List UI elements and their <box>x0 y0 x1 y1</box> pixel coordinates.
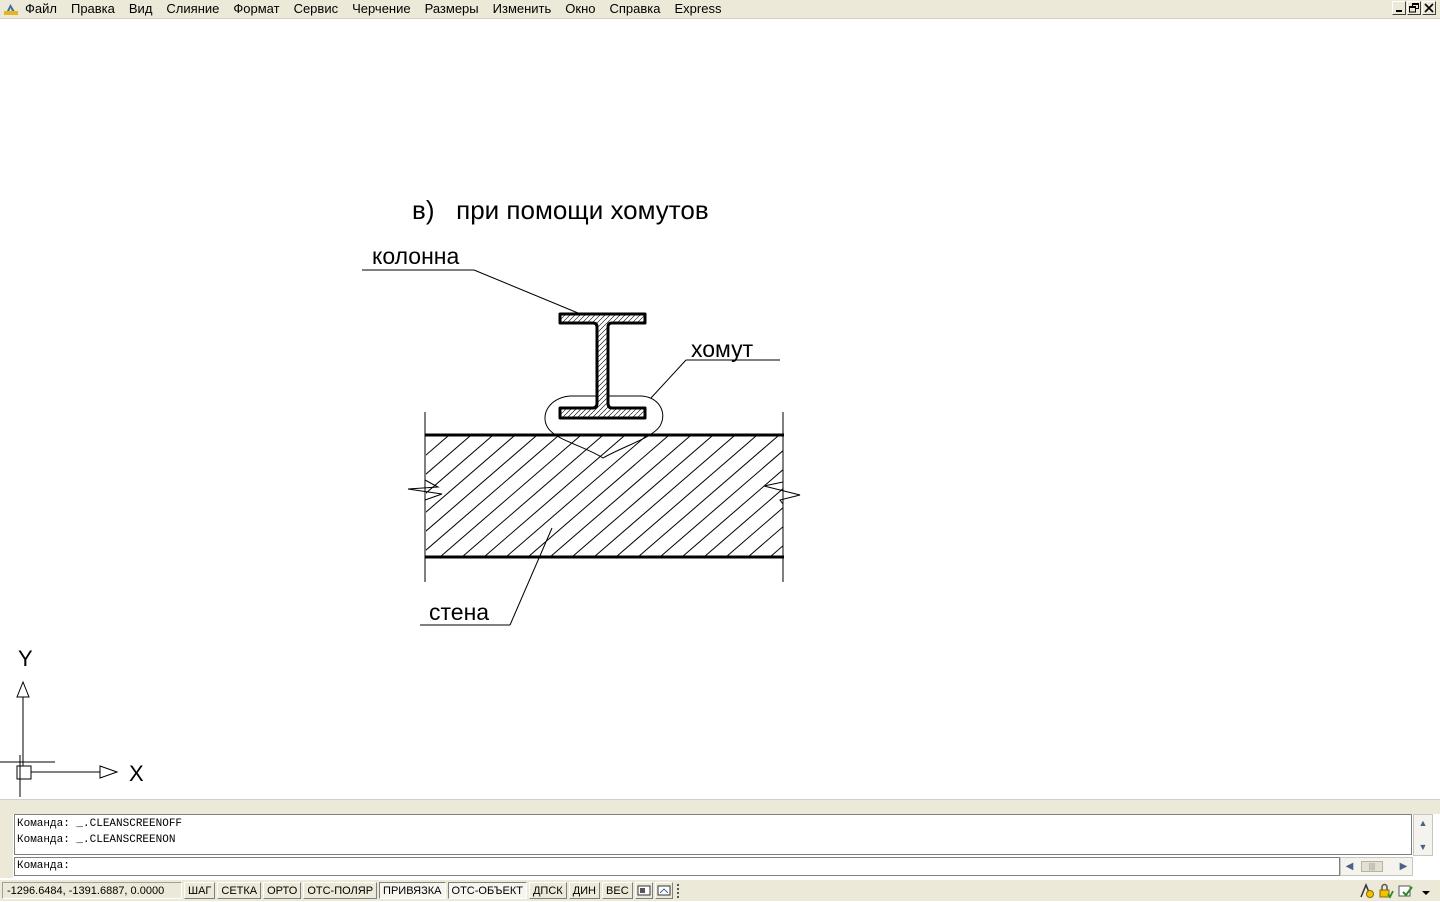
command-grip[interactable] <box>0 814 13 878</box>
hatch-line <box>426 436 559 551</box>
menu-draw[interactable]: Черчение <box>345 0 418 18</box>
clamp-leader: хомут <box>650 336 780 399</box>
status-bar: -1296.6484, -1391.6887, 0.0000 ШАГ СЕТКА… <box>0 879 1440 901</box>
hatch-line <box>703 488 783 557</box>
menu-help[interactable]: Справка <box>603 0 668 18</box>
command-input[interactable]: Команда: <box>14 857 1340 876</box>
beam-hatch-line <box>644 314 645 418</box>
hatch-line <box>426 436 427 437</box>
scroll-left-icon[interactable]: ◀ <box>1343 860 1356 873</box>
toggle-lwt[interactable]: ВЕС <box>602 882 633 899</box>
tray-comm-icon[interactable] <box>1358 883 1374 899</box>
beam-hatch-line <box>650 310 760 420</box>
toggle-polar[interactable]: ОТС-ПОЛЯР <box>303 882 378 899</box>
hatch-line <box>769 545 783 557</box>
menu-bar: Файл Правка Вид Слияние Формат Сервис Че… <box>0 0 1440 19</box>
column-leader: колонна <box>362 243 579 314</box>
menu-format[interactable]: Формат <box>226 0 286 18</box>
model-icon[interactable] <box>634 882 653 899</box>
menu-merge[interactable]: Слияние <box>159 0 226 18</box>
menu-arrow-icon[interactable] <box>1418 883 1434 899</box>
window-controls <box>1392 1 1436 15</box>
hatch-line <box>681 469 783 557</box>
toggle-ducs[interactable]: ДПСК <box>528 882 567 899</box>
drawing-svg: в) при помощи хомутов колонна хомут стен… <box>0 195 976 797</box>
tray-lock-icon[interactable] <box>1378 883 1394 899</box>
toggle-grid[interactable]: СЕТКА <box>217 882 262 899</box>
restore-icon[interactable] <box>1407 1 1421 15</box>
scroll-down-icon[interactable]: ▼ <box>1417 841 1429 853</box>
menu-edit[interactable]: Правка <box>64 0 122 18</box>
menu-tools[interactable]: Сервис <box>287 0 346 18</box>
toggle-ortho[interactable]: ОРТО <box>263 882 302 899</box>
command-splitter[interactable] <box>0 799 1440 814</box>
menu-express[interactable]: Express <box>668 0 729 18</box>
command-prompt: Команда: <box>17 860 70 872</box>
tray-clean-icon[interactable] <box>1398 883 1414 899</box>
beam-hatch-line <box>670 310 780 420</box>
beam-hatch-line <box>445 310 555 420</box>
scroll-right-icon[interactable]: ▶ <box>1397 860 1410 873</box>
status-tray <box>1358 883 1434 899</box>
clamp-label: хомут <box>691 336 754 362</box>
menu-dimension[interactable]: Размеры <box>418 0 486 18</box>
hatch-line <box>615 436 757 557</box>
beam-hatch-line <box>655 310 765 420</box>
coordinate-readout[interactable]: -1296.6484, -1391.6887, 0.0000 <box>2 882 182 899</box>
command-history: Команда: _.CLEANSCREENOFF Команда: _.CLE… <box>14 814 1412 855</box>
minimize-icon[interactable] <box>1392 1 1406 15</box>
hatch-line <box>792 436 932 557</box>
wall-label: стена <box>429 599 489 625</box>
hatch-line <box>549 436 691 557</box>
hatch-line <box>571 436 713 557</box>
hatch-line <box>426 436 537 532</box>
toggle-snap[interactable]: ШАГ <box>184 882 216 899</box>
ucs-x-label: X <box>129 761 144 786</box>
drawing-canvas[interactable]: в) при помощи хомутов колонна хомут стен… <box>0 19 1440 799</box>
toggle-osnap[interactable]: ПРИВЯЗКА <box>379 882 446 899</box>
hatch-line <box>461 436 603 557</box>
wall-leader: стена <box>420 527 553 626</box>
hatch-line <box>426 436 515 513</box>
hatch-line <box>505 436 647 557</box>
ucs-y-label: Y <box>18 646 33 671</box>
beam-hatch-line <box>660 310 770 420</box>
beam-hatch-line <box>675 310 785 420</box>
hatch-line <box>814 436 954 557</box>
drawing-title: в) при помощи хомутов <box>412 195 709 225</box>
menu-file[interactable]: Файл <box>22 0 64 18</box>
hatch-line <box>483 436 625 557</box>
scroll-thumb[interactable]: ||| <box>1361 861 1383 872</box>
beam-hatch-line <box>560 314 561 418</box>
hatch-line <box>836 436 976 557</box>
command-history-line: Команда: _.CLEANSCREENOFF <box>17 818 183 830</box>
scroll-up-icon[interactable]: ▲ <box>1417 817 1429 829</box>
hatch-line <box>593 436 735 557</box>
hatch-line <box>637 436 779 557</box>
toggle-dyn[interactable]: ДИН <box>568 882 601 899</box>
beam-hatch-line <box>440 310 550 420</box>
menu-view[interactable]: Вид <box>122 0 160 18</box>
command-horizontal-scrollbar[interactable]: ◀ ||| ▶ <box>1340 857 1413 876</box>
menu-window[interactable]: Окно <box>558 0 602 18</box>
menu-modify[interactable]: Изменить <box>486 0 559 18</box>
status-separator-icon <box>676 883 683 898</box>
ucs-icon: Y X <box>0 646 144 797</box>
column-label: колонна <box>372 243 459 269</box>
hatch-line <box>659 450 783 557</box>
hatch-line <box>747 526 783 557</box>
close-icon[interactable] <box>1422 1 1436 15</box>
hatch-line <box>426 436 449 456</box>
command-vertical-scrollbar[interactable]: ▲ ▼ <box>1413 814 1433 856</box>
layout-icon[interactable] <box>654 882 673 899</box>
beam-hatch-line <box>560 314 566 418</box>
hatch-line <box>426 436 493 494</box>
hatch-line <box>439 436 581 557</box>
toggle-otrack[interactable]: ОТС-ОБЪЕКТ <box>447 882 527 899</box>
autocad-app-icon[interactable] <box>4 2 18 16</box>
hatch-line <box>426 436 471 475</box>
command-history-line: Команда: _.CLEANSCREENON <box>17 834 176 846</box>
